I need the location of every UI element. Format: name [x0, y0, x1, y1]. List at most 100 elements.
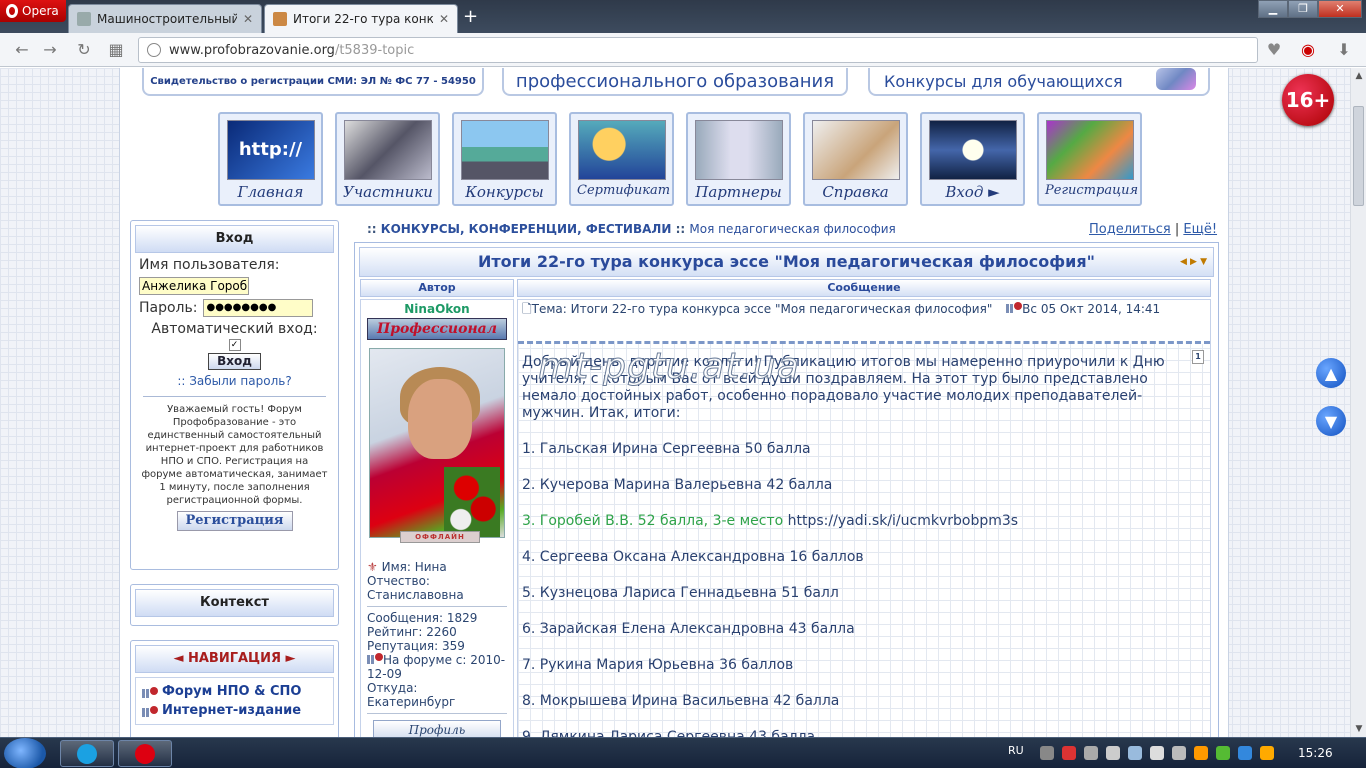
author-name-link[interactable]: NinaOkon: [361, 302, 513, 316]
tab-2[interactable]: Итоги 22-го тура конкурс ✕: [264, 4, 458, 33]
password-label: Пароль:: [139, 300, 198, 316]
volume-icon[interactable]: [1172, 746, 1186, 760]
close-tab-icon[interactable]: ✕: [243, 12, 253, 26]
adblock-extension-icon[interactable]: ◉: [1298, 40, 1318, 60]
scrollbar-thumb[interactable]: [1353, 106, 1364, 206]
speed-dial-grid-icon[interactable]: ▦: [106, 40, 126, 60]
offline-status-badge: ОФФЛАЙН: [400, 531, 480, 543]
language-indicator[interactable]: RU: [1008, 744, 1024, 757]
breadcrumb-sep: ::: [367, 222, 377, 236]
nav-register-button[interactable]: Регистрация: [1037, 112, 1142, 206]
password-input[interactable]: ●●●●●●●●: [203, 299, 314, 317]
nav-link-label: Форум НПО & СПО: [162, 684, 302, 699]
result-row-highlight: 3. Горобей В.В. 52 балла, 3-е место http…: [522, 513, 1206, 530]
author-reputation: Репутация: 359: [367, 639, 465, 653]
nav-participants-button[interactable]: Участники: [335, 112, 440, 206]
nav-help-button[interactable]: Справка: [803, 112, 908, 206]
post-subject: Тема: Итоги 22-го тура конкурса эссе "Мо…: [531, 302, 993, 316]
bullet-icon: [367, 653, 383, 664]
result-link[interactable]: https://yadi.sk/i/ucmkvrbobpm3s: [788, 513, 1018, 529]
taskbar-skype-button[interactable]: [60, 740, 114, 767]
nav-label: Вход ►: [945, 183, 1000, 201]
nav-certificate-button[interactable]: Сертификат: [569, 112, 674, 206]
nav-label: Главная: [237, 183, 304, 201]
flag-icon[interactable]: [1084, 746, 1098, 760]
close-window-icon[interactable]: ✕: [1318, 0, 1362, 18]
site-favicon-icon: [77, 12, 91, 26]
breadcrumb-sep: ::: [675, 222, 686, 236]
topic-title-bar: Итоги 22-го тура конкурса эссе "Моя педа…: [359, 247, 1214, 277]
bullet-icon: [1006, 302, 1023, 313]
scrollbar-down-arrow-icon[interactable]: ▼: [1351, 721, 1366, 737]
author-location: Откуда: Екатеринбург: [367, 681, 456, 709]
nav-label: Сертификат: [577, 183, 671, 198]
avatar: ОФФЛАЙН: [369, 348, 505, 543]
download-icon[interactable]: ⬇: [1334, 40, 1354, 60]
down-arrow-icon[interactable]: ▼: [1200, 257, 1207, 267]
heart-bookmark-icon[interactable]: ♥: [1264, 40, 1284, 60]
gmail-icon[interactable]: [1062, 746, 1076, 760]
next-arrow-icon[interactable]: ▶: [1190, 257, 1197, 267]
windows-start-button[interactable]: [4, 738, 46, 768]
forward-arrow-icon[interactable]: →: [40, 40, 60, 60]
contests-banner[interactable]: Конкурсы для обучающихся: [868, 68, 1210, 96]
post-date: Вс 05 Окт 2014, 14:41: [1022, 302, 1161, 316]
site-title-banner[interactable]: профессионального образования: [502, 68, 848, 96]
more-link[interactable]: Ещё!: [1183, 222, 1217, 237]
breadcrumb-current-link[interactable]: Моя педагогическая философия: [689, 222, 895, 236]
navigation-title: ◄ НАВИГАЦИЯ ►: [135, 645, 334, 673]
scrollbar-up-arrow-icon[interactable]: ▲: [1351, 68, 1366, 84]
nav-partners-button[interactable]: Партнеры: [686, 112, 791, 206]
registration-banner: Свидетельство о регистрации СМИ: ЭЛ № ФС…: [142, 68, 484, 96]
new-tab-plus-icon[interactable]: +: [463, 6, 478, 27]
author-rating: Рейтинг: 2260: [367, 625, 457, 639]
close-tab-icon[interactable]: ✕: [439, 12, 449, 26]
taskbar-opera-button[interactable]: [118, 740, 172, 767]
author-messages: Сообщения: 1829: [367, 611, 478, 625]
nav-edition-link[interactable]: Интернет-издание: [142, 703, 327, 718]
username-input[interactable]: Анжелика Гороб: [139, 277, 249, 295]
author-info: ⚜ Имя: Нина Отчество: Станиславовна Сооб…: [367, 560, 507, 714]
tab-1[interactable]: Машиностроительный к ✕: [68, 4, 262, 33]
update-icon[interactable]: [1260, 746, 1274, 760]
post-number-badge[interactable]: 1: [1192, 350, 1204, 364]
nav-forum-link[interactable]: Форум НПО & СПО: [142, 684, 327, 699]
tray-arrow-icon[interactable]: [1040, 746, 1054, 760]
breadcrumb-section-link[interactable]: КОНКУРСЫ, КОНФЕРЕНЦИИ, ФЕСТИВАЛИ: [381, 222, 672, 236]
scroll-down-icon[interactable]: ▼: [1316, 406, 1346, 436]
nav-login-button[interactable]: Вход ►: [920, 112, 1025, 206]
post-body: 1 mt-pgtu.at.ua Добрый день, дорогие кол…: [518, 344, 1210, 737]
dropbox-icon[interactable]: [1238, 746, 1252, 760]
opera-menu-button[interactable]: Opera: [0, 0, 66, 22]
nav-label: Регистрация: [1045, 183, 1139, 198]
avast-icon[interactable]: [1194, 746, 1208, 760]
maximize-icon[interactable]: ❐: [1288, 0, 1318, 18]
scroll-up-icon[interactable]: ▲: [1316, 358, 1346, 388]
back-arrow-icon[interactable]: ←: [12, 40, 32, 60]
share-link[interactable]: Поделиться: [1089, 222, 1171, 237]
signal-icon[interactable]: [1150, 746, 1164, 760]
address-bar[interactable]: www.profobrazovanie.org/t5839-topic: [138, 37, 1258, 63]
page-scrollbar[interactable]: ▲ ▼: [1350, 68, 1366, 737]
minimize-icon[interactable]: ▁: [1258, 0, 1288, 18]
prev-arrow-icon[interactable]: ◀: [1180, 257, 1187, 267]
nav-contests-button[interactable]: Конкурсы: [452, 112, 557, 206]
divider: [367, 713, 507, 714]
url-host: www.profobrazovanie.org: [169, 42, 335, 58]
reload-icon[interactable]: ↻: [74, 40, 94, 60]
profile-button[interactable]: Профиль участника: [373, 720, 501, 737]
register-button[interactable]: Регистрация: [176, 511, 293, 531]
avatar-roses: [444, 467, 500, 537]
forgot-password-link[interactable]: :: Забыли пароль?: [135, 374, 334, 388]
login-button[interactable]: Вход: [208, 353, 261, 370]
context-panel: Контекст: [130, 584, 339, 626]
url-path: /t5839-topic: [334, 42, 415, 58]
road-icon: [460, 120, 549, 180]
nav-home-button[interactable]: http:// Главная: [218, 112, 323, 206]
clipboard-icon[interactable]: [1106, 746, 1120, 760]
utorrent-icon[interactable]: [1216, 746, 1230, 760]
auto-login-checkbox[interactable]: ✓: [228, 339, 241, 351]
monitor-icon[interactable]: [1128, 746, 1142, 760]
login-panel: Вход Имя пользователя: Анжелика Гороб Па…: [130, 220, 339, 570]
guest-text: Уважаемый гость! Форум Профобразование -…: [141, 404, 328, 506]
